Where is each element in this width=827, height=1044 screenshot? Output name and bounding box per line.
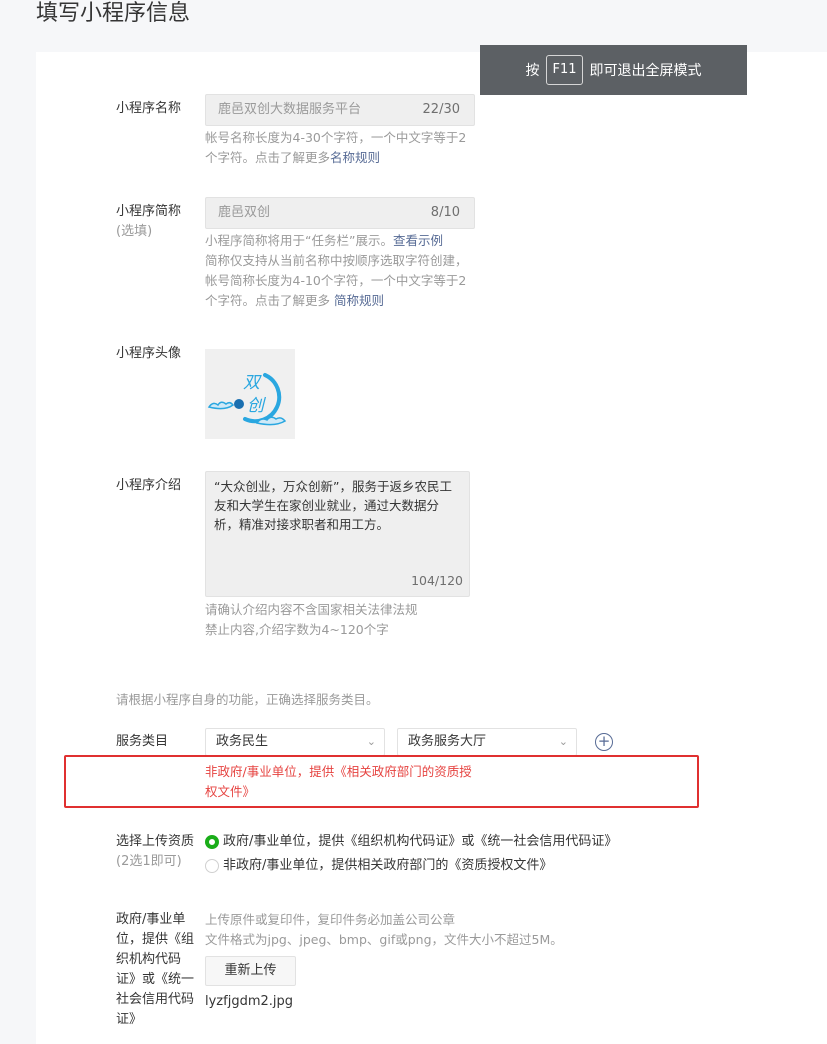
radio-checked-icon[interactable] (205, 835, 219, 849)
upload-label: 政府/事业单 位，提供《组 织机构代码 证》或《统一 社会信用代码 证》 (116, 910, 194, 1030)
qualification-label-text: 选择上传资质 (116, 834, 195, 849)
name-input[interactable]: 鹿邑双创大数据服务平台 22/30 (205, 94, 475, 126)
qualification-label: 选择上传资质 (2选1即可) (116, 832, 194, 872)
view-example-link[interactable]: 查看示例 (393, 233, 443, 248)
qualification-option-gov-label: 政府/事业单位，提供《组织机构代码证》或《统一社会信用代码证》 (223, 834, 618, 849)
short-name-optional: (选填) (116, 224, 153, 239)
qualification-option-gov[interactable]: 政府/事业单位，提供《组织机构代码证》或《统一社会信用代码证》 (205, 832, 617, 852)
short-name-label-text: 小程序简称 (116, 204, 182, 219)
avatar-image[interactable]: 双 创 (205, 349, 295, 439)
qualification-label-sub: (2选1即可) (116, 854, 182, 869)
radio-unchecked-icon[interactable] (205, 859, 219, 873)
upload-label-line: 位，提供《组 (116, 932, 195, 947)
name-tip: 帐号名称长度为4-30个字符，一个中文字等于2 个字符。点击了解更多名称规则 (205, 128, 466, 168)
short-name-tip-line3: 帐号简称长度为4-10个字符，一个中文字等于2 (205, 273, 467, 288)
intro-tip-line1: 请确认介绍内容不含国家相关法律法规 (205, 602, 418, 617)
category-select-secondary-value: 政务服务大厅 (408, 734, 487, 749)
shuangchuang-logo-icon: 双 创 (207, 373, 287, 426)
f11-key-badge: F11 (546, 55, 583, 85)
category-label: 服务类目 (116, 734, 169, 749)
intro-textarea[interactable]: “大众创业，万众创新”，服务于返乡农民工友和大学生在家创业就业，通过大数据分析，… (205, 471, 470, 597)
add-category-icon[interactable]: + (595, 733, 613, 751)
name-rules-link[interactable]: 名称规则 (330, 150, 380, 165)
toast-suffix: 即可退出全屏模式 (589, 63, 702, 79)
short-name-input-value: 鹿邑双创 (218, 205, 271, 220)
upload-tip: 上传原件或复印件，复印件务必加盖公司公章 文件格式为jpg、jpeg、bmp、g… (205, 910, 563, 950)
name-label: 小程序名称 (116, 101, 182, 116)
reupload-button[interactable]: 重新上传 (205, 956, 296, 986)
intro-label: 小程序介绍 (116, 478, 182, 493)
category-hint: 请根据小程序自身的功能，正确选择服务类目。 (116, 692, 379, 707)
qualification-option-nongov-label: 非政府/事业单位，提供相关政府部门的《资质授权文件》 (223, 858, 553, 873)
chevron-down-icon: ⌄ (366, 735, 376, 748)
name-tip-line2: 个字符。点击了解更多 (205, 150, 331, 165)
upload-label-line: 社会信用代码 (116, 992, 195, 1007)
short-name-label: 小程序简称 (选填) (116, 202, 181, 242)
short-name-char-count: 8/10 (430, 205, 460, 220)
upload-label-line: 证》或《统一 (116, 972, 195, 987)
page-title: 填写小程序信息 (36, 1, 191, 26)
upload-label-line: 政府/事业单 (116, 912, 186, 927)
name-input-value: 鹿邑双创大数据服务平台 (218, 102, 362, 117)
intro-text: “大众创业，万众创新”，服务于返乡农民工友和大学生在家创业就业，通过大数据分析，… (214, 479, 452, 532)
intro-tip-line2: 禁止内容,介绍字数为4~120个字 (205, 622, 389, 637)
intro-tip: 请确认介绍内容不含国家相关法律法规 禁止内容,介绍字数为4~120个字 (205, 600, 418, 640)
short-name-tip-line4: 个字符。点击了解更多 (205, 293, 334, 308)
category-error-line2: 权文件》 (205, 784, 256, 799)
category-error: 非政府/事业单位，提供《相关政府部门的资质授 权文件》 (205, 762, 495, 802)
category-select-secondary[interactable]: 政务服务大厅 ⌄ (397, 728, 577, 756)
short-name-tip-line2: 简称仅支持从当前名称中按顺序选取字符创建， (205, 253, 468, 268)
short-name-tip-line1: 小程序简称将用于“任务栏”展示。 (205, 233, 393, 248)
short-name-tip: 小程序简称将用于“任务栏”展示。查看示例 简称仅支持从当前名称中按顺序选取字符创… (205, 231, 468, 311)
category-select-primary[interactable]: 政务民生 ⌄ (205, 728, 385, 756)
chevron-down-icon: ⌄ (558, 735, 568, 748)
logo-char-chuang: 创 (247, 396, 267, 416)
upload-label-line: 证》 (116, 1012, 143, 1027)
category-select-primary-value: 政务民生 (216, 734, 269, 749)
intro-char-count: 104/120 (411, 573, 463, 588)
logo-char-shuang: 双 (243, 373, 262, 393)
toast-prefix: 按 (525, 63, 540, 79)
fullscreen-toast: 按 F11 即可退出全屏模式 (480, 45, 747, 95)
short-name-input[interactable]: 鹿邑双创 8/10 (205, 197, 475, 229)
uploaded-filename[interactable]: lyzfjgdm2.jpg (205, 994, 293, 1009)
qualification-option-nongov[interactable]: 非政府/事业单位，提供相关政府部门的《资质授权文件》 (205, 856, 552, 876)
upload-tip-line2: 文件格式为jpg、jpeg、bmp、gif或png，文件大小不超过5M。 (205, 932, 563, 947)
name-tip-line1: 帐号名称长度为4-30个字符，一个中文字等于2 (205, 130, 467, 145)
upload-label-line: 织机构代码 (116, 952, 182, 967)
category-error-line1: 非政府/事业单位，提供《相关政府部门的资质授 (205, 764, 472, 779)
avatar-label: 小程序头像 (116, 346, 182, 361)
upload-tip-line1: 上传原件或复印件，复印件务必加盖公司公章 (205, 912, 456, 927)
short-name-rules-link[interactable]: 简称规则 (334, 293, 384, 308)
name-char-count: 22/30 (422, 102, 460, 117)
